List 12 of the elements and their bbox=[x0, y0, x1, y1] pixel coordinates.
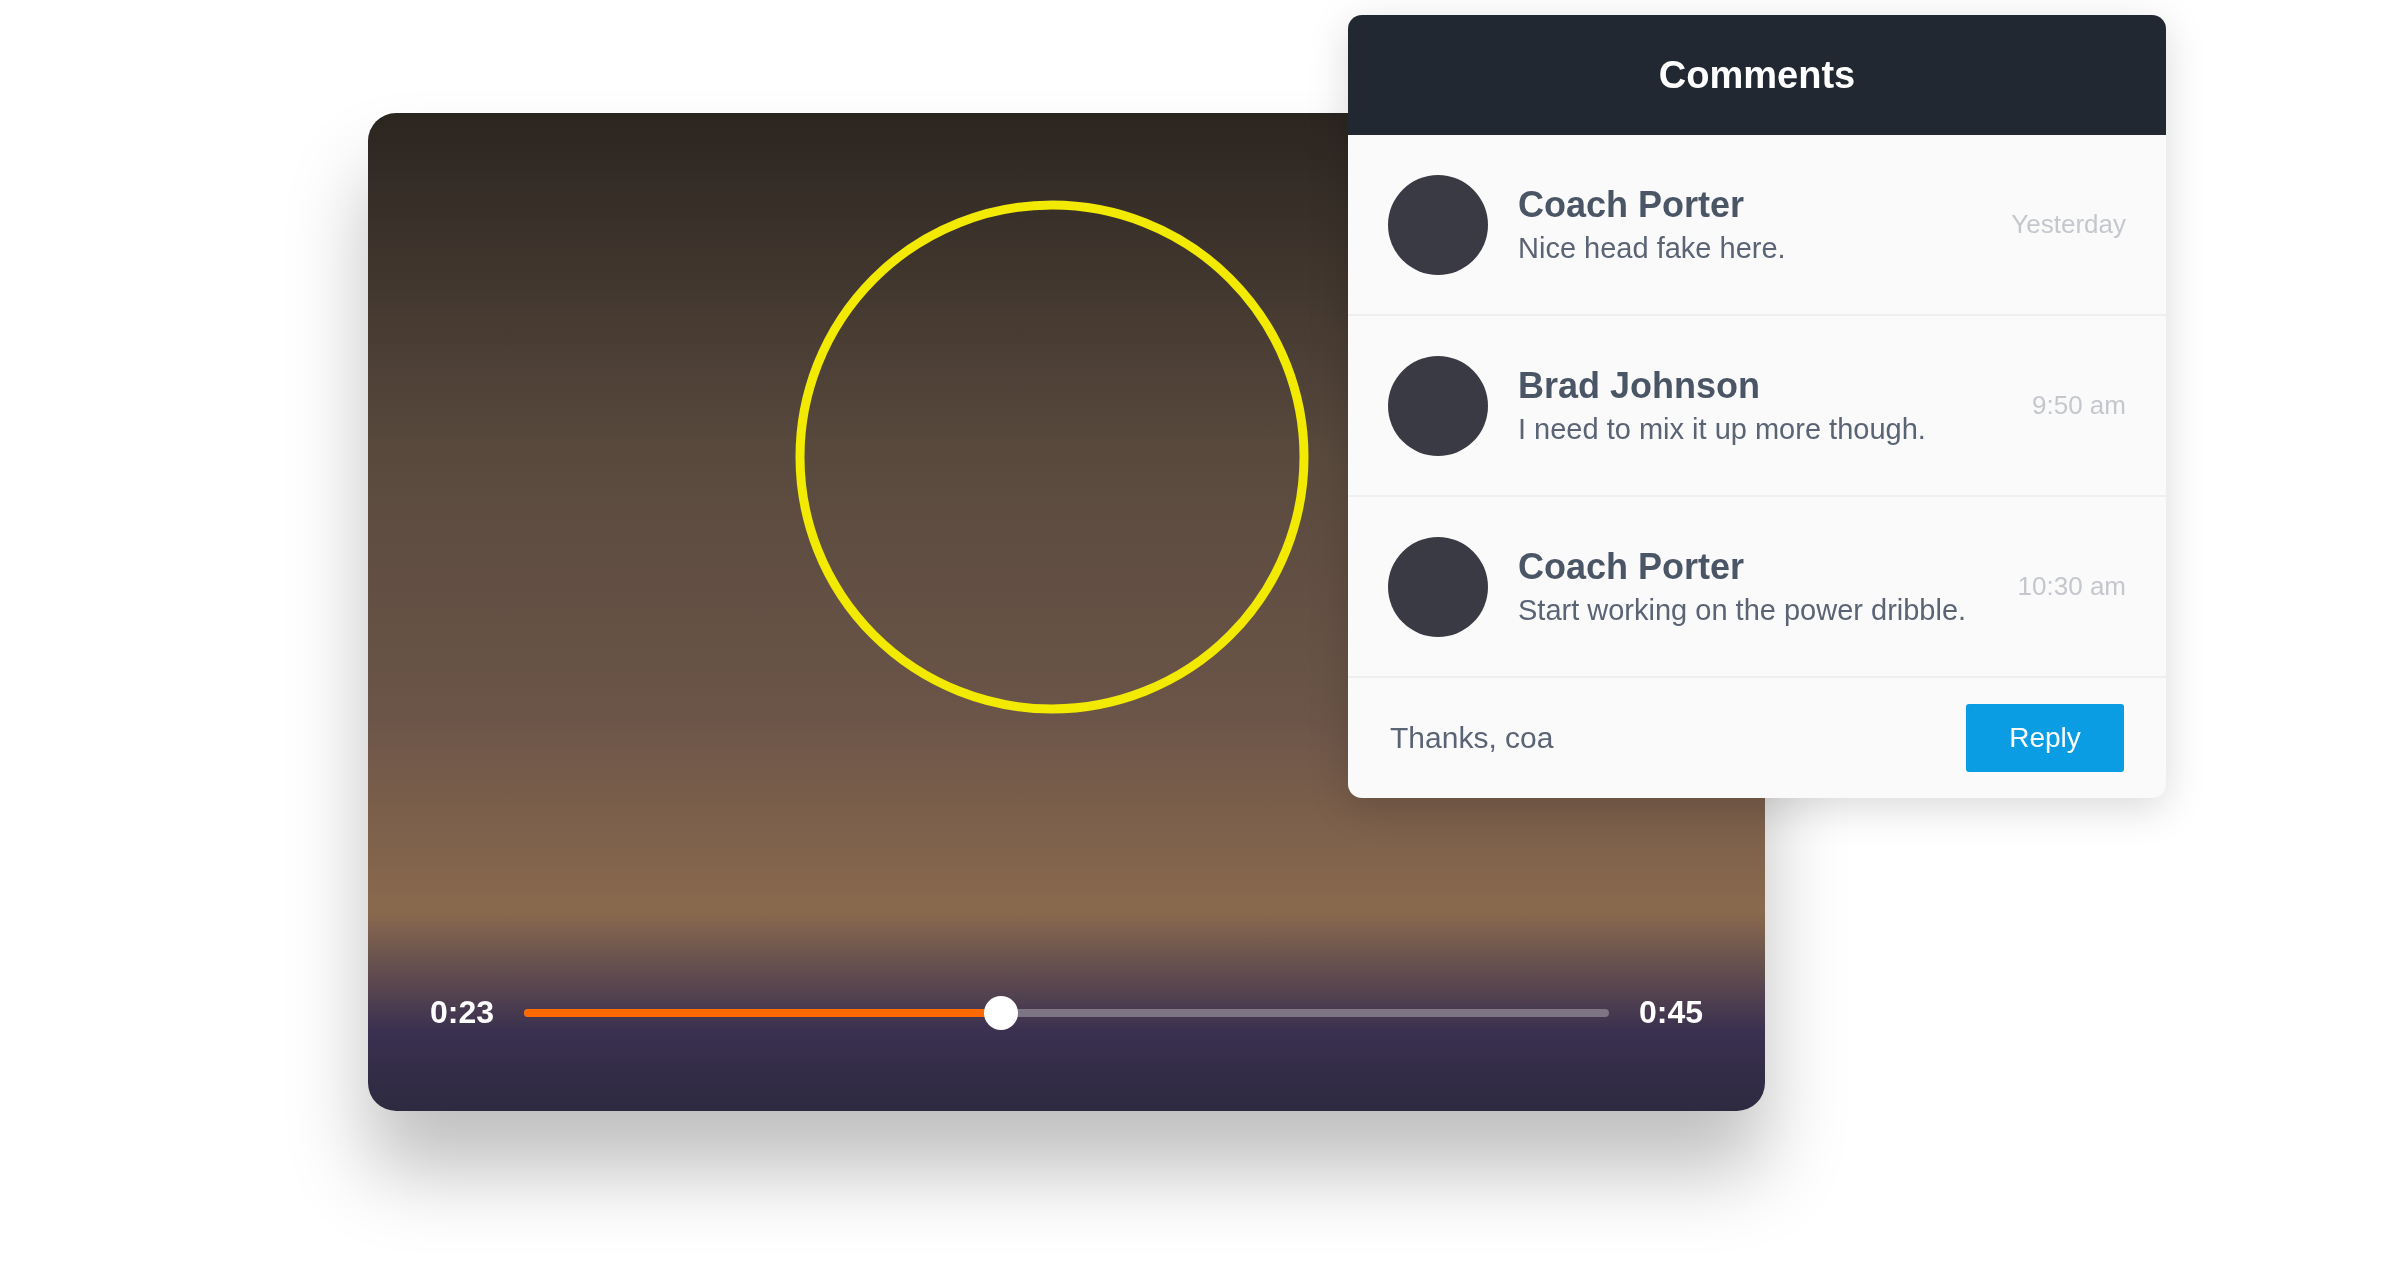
panel-title: Comments bbox=[1348, 15, 2166, 135]
comment-text: I need to mix it up more though. bbox=[1518, 413, 1927, 446]
comment-text: Nice head fake here. bbox=[1518, 232, 1787, 265]
comment-text: Start working on the power dribble. bbox=[1518, 594, 1968, 627]
reply-button[interactable]: Reply bbox=[1966, 704, 2124, 772]
current-time: 0:23 bbox=[430, 994, 495, 1031]
duration: 0:45 bbox=[1638, 994, 1703, 1031]
author-name: Coach Porter bbox=[1518, 546, 1746, 588]
progress-handle[interactable] bbox=[984, 995, 1019, 1030]
reply-input[interactable]: Thanks, coa bbox=[1390, 721, 1890, 755]
author-name: Coach Porter bbox=[1518, 184, 1746, 226]
author-name: Brad Johnson bbox=[1518, 365, 1761, 407]
